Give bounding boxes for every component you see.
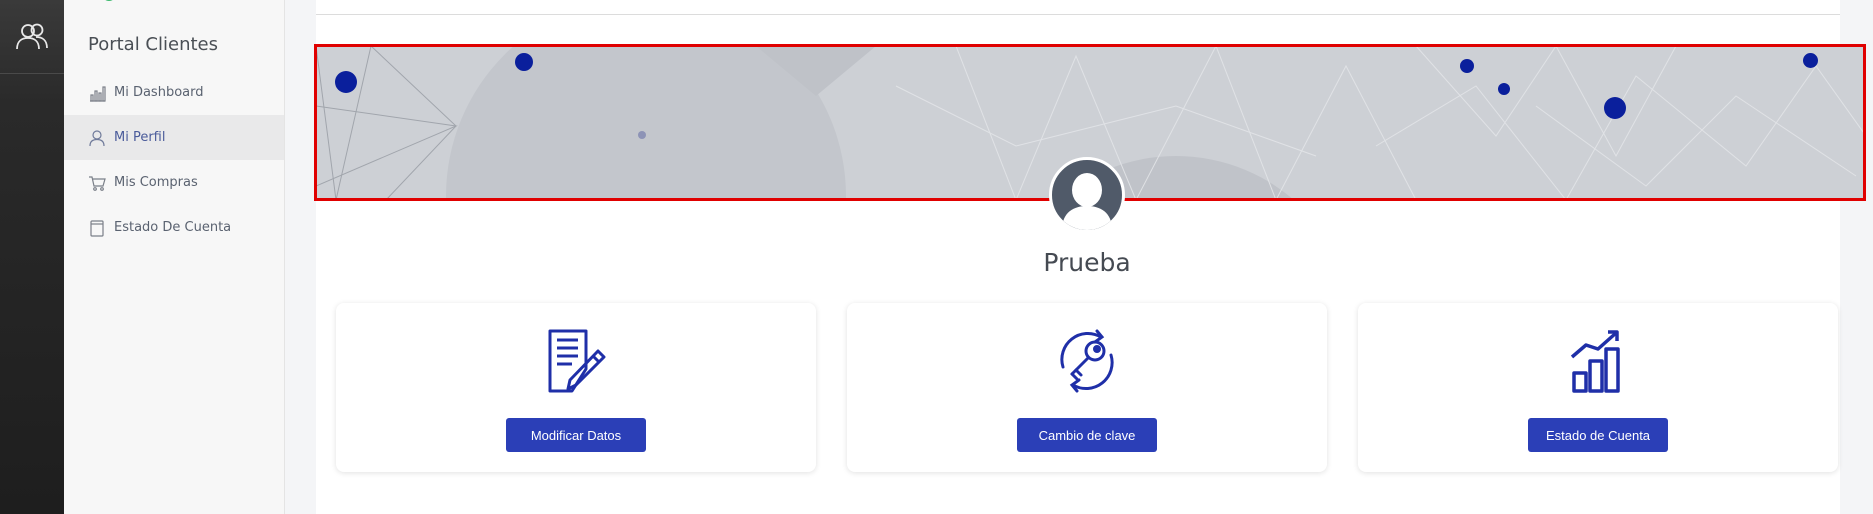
growth-chart-icon — [1570, 330, 1620, 393]
card-modify-data: Modificar Datos — [336, 303, 816, 472]
user-icon — [88, 129, 106, 147]
document-icon — [88, 219, 106, 237]
key-reset-icon — [1060, 329, 1114, 393]
sidebar-item-label: Mi Dashboard — [114, 85, 204, 100]
sidebar-item-profile[interactable]: Mi Perfil — [64, 115, 284, 160]
card-change-password: Cambio de clave — [847, 303, 1327, 472]
change-password-button[interactable]: Cambio de clave — [1017, 418, 1157, 452]
sidebar-item-purchases[interactable]: Mis Compras — [64, 160, 284, 205]
sidebar-item-label: Estado De Cuenta — [114, 220, 232, 235]
card-account-statement: Estado de Cuenta — [1358, 303, 1838, 472]
sidebar-nav: Mi Dashboard Mi Perfil Mis Compras Estad… — [64, 70, 284, 250]
edit-document-icon — [548, 329, 606, 393]
profile-name: Prueba — [1043, 248, 1131, 277]
status-indicator — [102, 0, 116, 1]
app-rail — [0, 0, 64, 514]
user-silhouette-icon — [1062, 173, 1112, 230]
cart-icon — [88, 174, 106, 192]
avatar[interactable] — [1049, 157, 1125, 233]
sidebar-item-label: Mis Compras — [114, 175, 198, 190]
modify-data-button[interactable]: Modificar Datos — [506, 418, 646, 452]
app-logo[interactable] — [0, 0, 64, 74]
sidebar-item-dashboard[interactable]: Mi Dashboard — [64, 70, 284, 115]
sidebar-item-label: Mi Perfil — [114, 130, 166, 145]
users-icon — [16, 23, 48, 49]
sidebar-title: Portal Clientes — [88, 34, 218, 55]
sidebar: Portal Clientes Mi Dashboard Mi Perfil M… — [64, 0, 285, 514]
account-statement-button[interactable]: Estado de Cuenta — [1528, 418, 1668, 452]
divider — [316, 14, 1840, 15]
sidebar-item-account-statement[interactable]: Estado De Cuenta — [64, 205, 284, 250]
bar-chart-icon — [88, 84, 106, 102]
